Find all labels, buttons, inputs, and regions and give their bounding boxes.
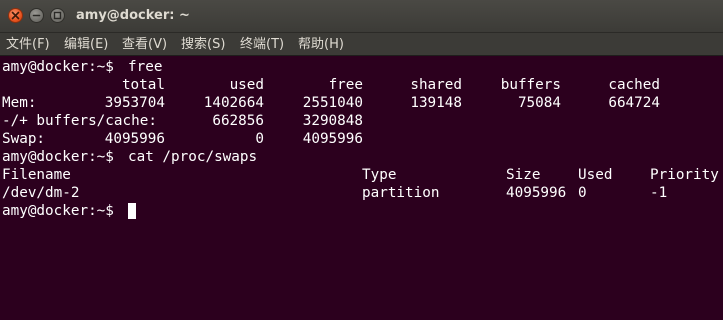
- swap-filename: /dev/dm-2: [2, 185, 80, 201]
- col-header-buffers: buffers: [500, 77, 561, 93]
- prompt: amy@docker:~$: [2, 203, 114, 219]
- swap-total: 4095996: [104, 131, 165, 147]
- menu-edit[interactable]: 编辑(E): [64, 37, 108, 53]
- col-header-used: used: [229, 77, 264, 93]
- col-header-total: total: [121, 77, 165, 93]
- menu-help[interactable]: 帮助(H): [298, 37, 344, 53]
- menu-terminal[interactable]: 终端(T): [240, 37, 284, 53]
- col-header-cached: cached: [608, 77, 660, 93]
- mem-row: Mem: 3953704 1402664 2551040 139148 7508…: [2, 94, 722, 112]
- window-title: amy@docker: ~: [76, 8, 190, 23]
- row-label: Mem:: [2, 95, 37, 111]
- mem-free: 2551040: [302, 95, 363, 111]
- mem-buffers: 75084: [517, 95, 561, 111]
- title-bar[interactable]: amy@docker: ~: [0, 0, 723, 33]
- buffers-free: 3290848: [302, 113, 363, 129]
- swap-priority: -1: [650, 185, 668, 201]
- col-header-type: Type: [362, 167, 397, 183]
- row-label: Swap:: [2, 131, 46, 147]
- free-header-row: total used free shared buffers cached: [2, 76, 722, 94]
- col-header-filename: Filename: [2, 167, 71, 183]
- maximize-button[interactable]: [50, 8, 65, 23]
- swap-row: Swap: 4095996 0 4095996: [2, 130, 722, 148]
- mem-total: 3953704: [104, 95, 165, 111]
- command-text: cat /proc/swaps: [128, 149, 258, 165]
- col-header-priority: Priority: [650, 167, 719, 183]
- menu-search[interactable]: 搜索(S): [181, 37, 225, 53]
- command-text: free: [128, 59, 163, 75]
- swap-used: 0: [255, 131, 264, 147]
- buffers-cache-row: -/+ buffers/cache: 662856 3290848: [2, 112, 722, 130]
- maximize-icon: [53, 11, 62, 20]
- row-label: -/+ buffers/cache:: [2, 113, 157, 129]
- close-icon: [11, 11, 20, 20]
- minimize-button[interactable]: [29, 8, 44, 23]
- swap-type: partition: [362, 185, 440, 201]
- terminal-output[interactable]: amy@docker:~$ free total used free share…: [0, 56, 723, 320]
- close-button[interactable]: [8, 8, 23, 23]
- swap-size: 4095996: [506, 185, 567, 201]
- swaps-row: /dev/dm-2 partition 4095996 0 -1: [2, 184, 722, 202]
- swap-used: 0: [578, 185, 587, 201]
- terminal-line: amy@docker:~$ free: [2, 58, 722, 76]
- menu-bar: 文件(F) 编辑(E) 查看(V) 搜索(S) 终端(T) 帮助(H): [0, 33, 723, 56]
- swaps-header-row: Filename Type Size Used Priority: [2, 166, 722, 184]
- text-cursor: [128, 203, 136, 219]
- terminal-line: amy@docker:~$ cat /proc/swaps: [2, 148, 722, 166]
- mem-cached: 664724: [608, 95, 660, 111]
- terminal-window: amy@docker: ~ 文件(F) 编辑(E) 查看(V) 搜索(S) 终端…: [0, 0, 723, 320]
- buffers-used: 662856: [212, 113, 264, 129]
- col-header-size: Size: [506, 167, 541, 183]
- minimize-icon: [32, 14, 41, 17]
- col-header-shared: shared: [410, 77, 462, 93]
- menu-file[interactable]: 文件(F): [6, 37, 50, 53]
- col-header-free: free: [328, 77, 363, 93]
- mem-used: 1402664: [203, 95, 264, 111]
- swap-free: 4095996: [302, 131, 363, 147]
- prompt: amy@docker:~$: [2, 59, 114, 75]
- active-prompt-line[interactable]: amy@docker:~$: [2, 202, 722, 220]
- menu-view[interactable]: 查看(V): [122, 37, 167, 53]
- mem-shared: 139148: [410, 95, 462, 111]
- col-header-used: Used: [578, 167, 613, 183]
- prompt: amy@docker:~$: [2, 149, 114, 165]
